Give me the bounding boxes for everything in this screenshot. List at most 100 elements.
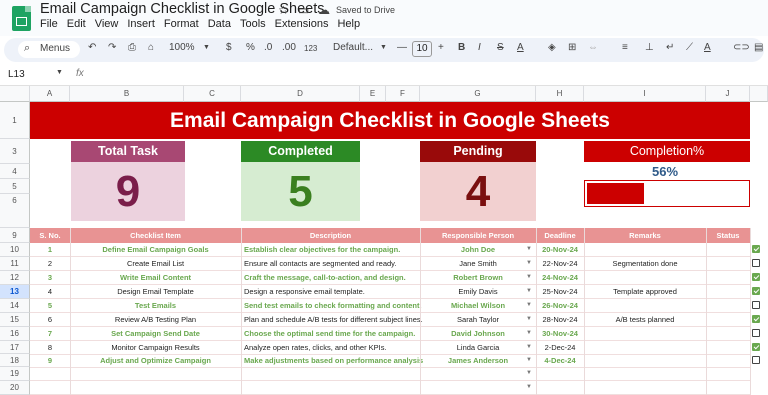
row-header-11[interactable]: 11 <box>0 257 30 271</box>
column-header-g[interactable]: G <box>420 86 536 102</box>
responsible-person-cell[interactable]: Linda Garcia <box>420 341 536 355</box>
checklist-item-cell[interactable]: Test Emails <box>70 299 241 313</box>
checklist-item-cell[interactable]: Define Email Campaign Goals <box>70 243 241 257</box>
checklist-item-cell[interactable]: Review A/B Testing Plan <box>70 313 241 327</box>
move-folder-icon[interactable]: ▭ <box>298 3 309 17</box>
row-header-4[interactable]: 4 <box>0 164 30 179</box>
table-row[interactable]: 4 Design Email Template Design a responsiv… <box>30 285 760 299</box>
menu-file[interactable]: File <box>40 18 58 30</box>
person-dropdown-icon[interactable]: ▼ <box>526 313 532 326</box>
remarks-cell[interactable] <box>584 341 706 355</box>
remarks-cell[interactable] <box>584 243 706 257</box>
task-number[interactable]: 3 <box>30 271 70 285</box>
status-checkbox-checked[interactable] <box>752 315 760 323</box>
description-cell[interactable]: Plan and schedule A/B tests for differen… <box>244 313 423 327</box>
responsible-person-cell[interactable]: Sarah Taylor <box>420 313 536 327</box>
insert-link-icon[interactable]: ⊂⊃ <box>733 42 750 53</box>
row-header-5[interactable]: 5 <box>0 179 30 194</box>
borders-icon[interactable]: ⊞ <box>568 42 576 53</box>
remarks-cell[interactable] <box>584 299 706 313</box>
column-header-d[interactable]: D <box>241 86 360 102</box>
person-dropdown-icon[interactable]: ▼ <box>526 271 532 284</box>
text-color-icon[interactable]: A <box>517 42 524 53</box>
status-checkbox-checked[interactable] <box>752 343 760 351</box>
checklist-item-cell[interactable]: Monitor Campaign Results <box>70 341 241 355</box>
deadline-cell[interactable]: 22-Nov-24 <box>536 257 584 271</box>
column-header-a[interactable]: A <box>30 86 70 102</box>
responsible-person-cell[interactable]: Robert Brown <box>420 271 536 285</box>
zoom-select[interactable]: 100% <box>169 42 195 53</box>
star-icon[interactable]: ☆ <box>278 3 289 17</box>
row-header-14[interactable]: 14 <box>0 299 30 313</box>
person-dropdown-icon[interactable]: ▼ <box>526 367 532 380</box>
text-direction-icon[interactable]: A <box>704 42 711 53</box>
responsible-person-cell[interactable]: John Doe <box>420 243 536 257</box>
deadline-cell[interactable]: 2-Dec-24 <box>536 341 584 355</box>
responsible-person-cell[interactable]: Emily Davis <box>420 285 536 299</box>
row-header-6[interactable]: 6 <box>0 194 30 228</box>
name-box-chevron-down-icon[interactable]: ▼ <box>56 69 63 76</box>
table-row[interactable]: 6 Review A/B Testing Plan Plan and schedul… <box>30 313 760 327</box>
menu-format[interactable]: Format <box>164 18 199 30</box>
remarks-cell[interactable]: Segmentation done <box>584 257 706 271</box>
menus-search[interactable]: ⌕ Menus <box>18 41 80 58</box>
text-rotation-icon[interactable]: ⟋ <box>686 42 693 53</box>
deadline-cell[interactable]: 4-Dec-24 <box>536 354 584 368</box>
table-row[interactable]: 3 Write Email Content Craft the message, c… <box>30 271 760 285</box>
table-row[interactable]: 1 Define Email Campaign Goals Establish cl… <box>30 243 760 257</box>
status-checkbox[interactable] <box>752 259 760 267</box>
column-header-f[interactable]: F <box>386 86 420 102</box>
menu-insert[interactable]: Insert <box>127 18 155 30</box>
checklist-item-cell[interactable]: Create Email List <box>70 257 241 271</box>
menu-edit[interactable]: Edit <box>67 18 86 30</box>
description-cell[interactable]: Analyze open rates, clicks, and other KP… <box>244 341 423 355</box>
responsible-person-cell[interactable]: James Anderson <box>420 354 536 368</box>
row-header-12[interactable]: 12 <box>0 271 30 285</box>
table-row[interactable]: 2 Create Email List Ensure all contacts ar… <box>30 257 760 271</box>
status-checkbox[interactable] <box>752 329 760 337</box>
increase-font-size-icon[interactable]: + <box>438 42 444 53</box>
table-row[interactable]: 9 Adjust and Optimize Campaign Make adjust… <box>30 354 760 368</box>
sheets-logo-icon[interactable] <box>12 6 31 31</box>
deadline-cell[interactable]: 26-Nov-24 <box>536 299 584 313</box>
person-dropdown-icon[interactable]: ▼ <box>526 327 532 340</box>
description-cell[interactable]: Make adjustments based on performance an… <box>244 354 423 368</box>
responsible-person-cell[interactable]: Jane Smith <box>420 257 536 271</box>
table-row[interactable]: 7 Set Campaign Send Date Choose the optima… <box>30 327 760 341</box>
task-number[interactable]: 7 <box>30 327 70 341</box>
person-dropdown-icon[interactable]: ▼ <box>526 341 532 354</box>
font-size-input[interactable]: 10 <box>412 41 432 57</box>
table-row[interactable]: 8 Monitor Campaign Results Analyze open ra… <box>30 341 760 355</box>
task-number[interactable]: 2 <box>30 257 70 271</box>
row-header-3[interactable]: 3 <box>0 139 30 164</box>
empty-row[interactable]: ▼ <box>30 381 750 395</box>
checklist-item-cell[interactable]: Adjust and Optimize Campaign <box>70 354 241 368</box>
increase-decimal-button[interactable]: .00 <box>282 42 296 53</box>
paint-format-icon[interactable]: ⌂ <box>148 42 154 53</box>
task-number[interactable]: 5 <box>30 299 70 313</box>
column-header-h[interactable]: H <box>536 86 584 102</box>
merge-cells-icon[interactable]: ⇔ <box>588 42 598 53</box>
column-header-e[interactable]: E <box>360 86 386 102</box>
vertical-align-icon[interactable]: ⊥ <box>645 42 654 53</box>
column-header-b[interactable]: B <box>70 86 184 102</box>
checklist-item-cell[interactable]: Set Campaign Send Date <box>70 327 241 341</box>
description-cell[interactable]: Design a responsive email template. <box>244 285 423 299</box>
status-checkbox[interactable] <box>752 301 760 309</box>
sheet-banner-title[interactable]: Email Campaign Checklist in Google Sheet… <box>30 102 750 139</box>
task-number[interactable]: 9 <box>30 354 70 368</box>
decrease-decimal-button[interactable]: .0 <box>264 42 272 53</box>
table-row[interactable]: 5 Test Emails Send test emails to check fo… <box>30 299 760 313</box>
row-header-15[interactable]: 15 <box>0 313 30 327</box>
row-header-13[interactable]: 13 <box>0 285 30 299</box>
insert-comment-icon[interactable]: ▤ <box>754 42 763 53</box>
person-dropdown-icon[interactable]: ▼ <box>526 354 532 367</box>
row-header-20[interactable]: 20 <box>0 381 30 395</box>
row-header-19[interactable]: 19 <box>0 367 30 381</box>
remarks-cell[interactable] <box>584 354 706 368</box>
status-checkbox-checked[interactable] <box>752 245 760 253</box>
column-header-k[interactable] <box>750 86 768 102</box>
description-cell[interactable]: Choose the optimal send time for the cam… <box>244 327 423 341</box>
bold-icon[interactable]: B <box>458 42 465 53</box>
deadline-cell[interactable]: 30-Nov-24 <box>536 327 584 341</box>
